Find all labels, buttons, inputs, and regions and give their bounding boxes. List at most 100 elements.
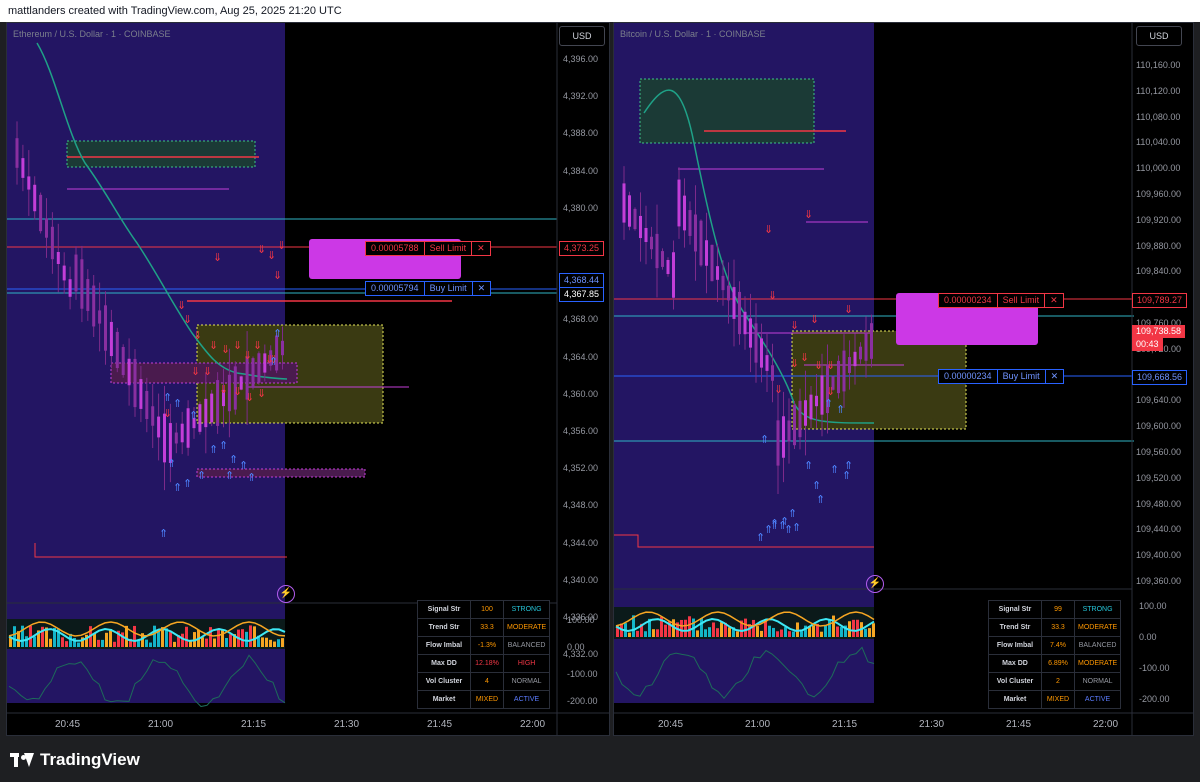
signal-status: BALANCED bbox=[502, 636, 551, 655]
price-tick: 4,352.00 bbox=[563, 463, 599, 474]
signal-label: Market bbox=[988, 690, 1042, 709]
brand-name: TradingView bbox=[40, 750, 140, 769]
signal-label: Trend Str bbox=[988, 618, 1042, 637]
sell-arrow-icon: ⇓ bbox=[183, 313, 192, 326]
buy-arrow-icon: ⇑ bbox=[219, 439, 228, 452]
time-tick: 21:00 bbox=[745, 719, 771, 730]
oscillator-bar bbox=[77, 642, 80, 647]
supply-zone bbox=[639, 78, 815, 144]
candle-body bbox=[628, 195, 631, 227]
oscillator-bar bbox=[61, 637, 64, 647]
oscillator-bar bbox=[281, 638, 284, 647]
sell-arrow-icon: ⇓ bbox=[267, 249, 276, 262]
signal-status: ACTIVE bbox=[1073, 690, 1122, 709]
buy-arrow-icon: ⇑ bbox=[816, 493, 825, 506]
ethereum-chart-panel[interactable]: ⇓ ⇓ ⇓ ⇓ ⇓ ⇓ ⇓ ⇓ ⇓ ⇓ ⇓ ⇓ ⇓ ⇓ ⇓ ⇓ ⇓ ⇓ ⇓ ⇓ ⇓ ⇓ ⇑ ⇑ ⇑ ⇑ ⇑ ⇑ ⇑ ⇑ ⇑ ⇑ ⇑ ⇑ ⇑ ⇑ ⇑ ⇑ E… bbox=[6, 22, 610, 736]
lightning-icon[interactable]: ⚡ bbox=[277, 585, 295, 603]
candle-body bbox=[672, 252, 675, 298]
candle-body bbox=[710, 244, 714, 282]
candle-body bbox=[787, 420, 791, 442]
symbol-title: Bitcoin / U.S. Dollar · 1 · COINBASE bbox=[620, 29, 766, 39]
sell-order-close-icon[interactable]: ✕ bbox=[471, 242, 490, 255]
buy-arrow-icon: ⇑ bbox=[225, 469, 234, 482]
candle-body bbox=[776, 420, 780, 466]
sell-limit-order[interactable]: 0.00000234 Sell Limit ✕ bbox=[938, 293, 1064, 308]
oscillator-bar bbox=[832, 615, 835, 637]
candle-body bbox=[121, 346, 125, 376]
signal-status: MODERATE bbox=[502, 618, 551, 637]
oscillator-bar bbox=[201, 637, 204, 647]
candle-body bbox=[859, 346, 862, 360]
oscillator-bar bbox=[241, 629, 244, 647]
price-tick: 4,340.00 bbox=[563, 574, 599, 585]
candle-body bbox=[765, 355, 769, 371]
candle-body bbox=[198, 404, 202, 432]
signal-row: Signal Str 100 STRONG bbox=[417, 600, 551, 619]
lightning-icon[interactable]: ⚡ bbox=[866, 575, 884, 593]
buy-arrow-icon: ⇑ bbox=[197, 469, 206, 482]
tradingview-logo[interactable]: TradingView bbox=[10, 750, 140, 770]
buy-limit-order[interactable]: 0.00000234 Buy Limit ✕ bbox=[938, 369, 1065, 384]
sell-order-label: Sell Limit bbox=[996, 294, 1045, 307]
candle-body bbox=[109, 321, 113, 357]
candle-body bbox=[157, 416, 161, 438]
buy-order-close-icon[interactable]: ✕ bbox=[471, 282, 491, 295]
oscillator-bar bbox=[864, 628, 867, 637]
price-tick: 110,000.00 bbox=[1136, 163, 1181, 174]
sell-arrow-icon: ⇓ bbox=[810, 313, 819, 326]
time-tick: 21:45 bbox=[1006, 719, 1032, 730]
oscillator-bar bbox=[185, 626, 188, 647]
candle-body bbox=[21, 158, 25, 178]
buy-order-close-icon[interactable]: ✕ bbox=[1044, 370, 1064, 383]
sell-order-close-icon[interactable]: ✕ bbox=[1044, 294, 1063, 307]
sell-arrow-icon: ⇓ bbox=[790, 319, 799, 332]
signal-row: Trend Str 33.3 MODERATE bbox=[417, 618, 551, 637]
candle-body bbox=[683, 195, 686, 231]
oscillator-bar bbox=[728, 627, 731, 637]
oscillator-bar bbox=[720, 622, 723, 637]
price-tick: 4,364.00 bbox=[563, 351, 599, 362]
oscillator-bar bbox=[277, 639, 280, 647]
oscillator-bar bbox=[205, 638, 208, 647]
time-tick: 21:30 bbox=[334, 719, 360, 730]
price-tick: 109,640.00 bbox=[1136, 395, 1182, 406]
oscillator-bar bbox=[684, 619, 687, 637]
time-tick: 21:30 bbox=[919, 719, 945, 730]
candle-body bbox=[33, 184, 37, 212]
signal-value: MIXED bbox=[1041, 690, 1075, 709]
candle-body bbox=[127, 358, 131, 386]
signal-row: Vol Cluster 2 NORMAL bbox=[988, 672, 1122, 691]
time-tick: 21:45 bbox=[427, 719, 453, 730]
oscillator-bar bbox=[872, 623, 875, 637]
candle-body bbox=[39, 194, 43, 232]
candle-body bbox=[56, 251, 60, 265]
currency-button[interactable]: USD bbox=[559, 26, 605, 46]
oscillator-bar bbox=[704, 629, 707, 637]
sell-arrow-icon: ⇓ bbox=[277, 239, 286, 252]
candle-body bbox=[15, 138, 19, 168]
currency-button[interactable]: USD bbox=[1136, 26, 1182, 46]
buy-arrow-icon: ⇑ bbox=[812, 479, 821, 492]
bitcoin-chart-panel[interactable]: ⇓ ⇓ ⇓ ⇓ ⇓ ⇓ ⇓ ⇓ ⇓ ⇓ ⇓ ⇓ ⇑ ⇑ ⇑ ⇑ ⇑ ⇑ ⇑ ⇑ ⇑ ⇑ ⇑ ⇑ ⇑ ⇑ ⇑ ⇑ ⇑ ⇑ Bitcoin /… bbox=[613, 22, 1194, 736]
oscillator-bar bbox=[121, 632, 124, 647]
footer bbox=[0, 737, 1200, 782]
price-tick: 4,396.00 bbox=[563, 54, 599, 64]
signal-row: Vol Cluster 4 NORMAL bbox=[417, 672, 551, 691]
oscillator-bar bbox=[105, 632, 108, 647]
oscillator-bar bbox=[768, 625, 771, 637]
tradingview-logo-icon bbox=[10, 753, 34, 767]
oscillator-bar bbox=[225, 637, 228, 647]
oscillator-bar bbox=[652, 629, 655, 637]
time-tick: 22:00 bbox=[1093, 719, 1119, 730]
candle-countdown: 00:43 bbox=[1132, 338, 1163, 351]
oscillator-bar bbox=[776, 631, 779, 637]
sell-limit-order[interactable]: 0.00005788 Sell Limit ✕ bbox=[365, 241, 491, 256]
candle-body bbox=[27, 176, 31, 190]
signal-row: Max DD 12.18% HIGH bbox=[417, 654, 551, 673]
oscillator-bar bbox=[265, 637, 268, 647]
buy-limit-order[interactable]: 0.00005794 Buy Limit ✕ bbox=[365, 281, 492, 296]
signal-value: 7.4% bbox=[1041, 636, 1075, 655]
oscillator-tick: 0.00 bbox=[1139, 632, 1157, 642]
candle-body bbox=[666, 259, 670, 275]
price-tick: 110,120.00 bbox=[1136, 85, 1181, 96]
